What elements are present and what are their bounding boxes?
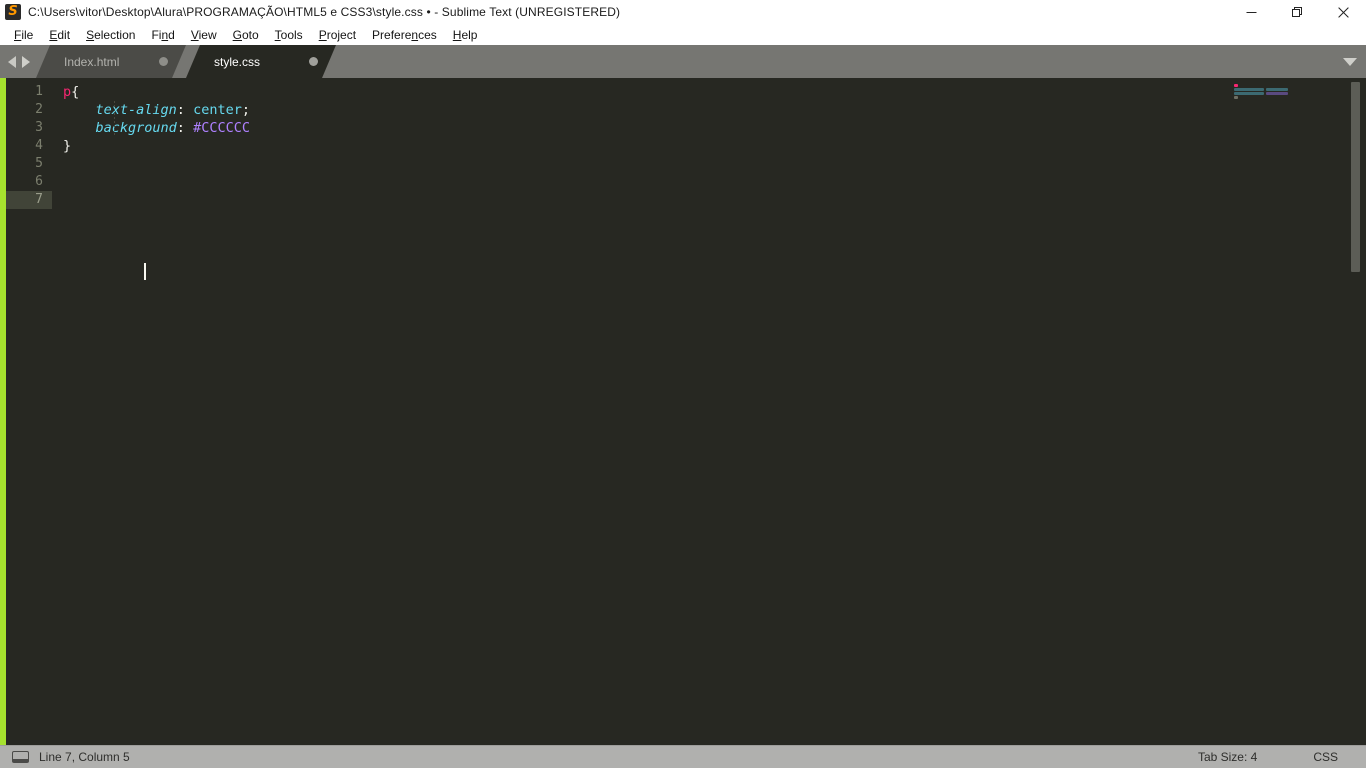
cursor-position-status: Line 7, Column 5	[39, 750, 130, 764]
code-token: background	[95, 120, 177, 136]
code-token: {	[71, 84, 80, 100]
close-button[interactable]	[1320, 0, 1366, 24]
text-cursor	[144, 263, 146, 280]
indent-guide	[114, 101, 115, 137]
line-number: 1	[35, 84, 43, 99]
code-token: p	[63, 84, 72, 100]
code-token: text-align	[95, 102, 177, 118]
line-number-gutter: 1 2 3 4 5 6 7	[6, 78, 52, 745]
minimap-block	[1266, 87, 1288, 91]
tab-next-arrow-icon[interactable]	[22, 55, 30, 68]
menu-view[interactable]: View	[183, 26, 225, 44]
code-line: background: #CCCCCC	[52, 119, 1366, 137]
minimap[interactable]	[1230, 83, 1350, 123]
maximize-restore-button[interactable]	[1274, 0, 1320, 24]
code-line: }	[52, 137, 1366, 155]
code-token: center	[193, 102, 242, 118]
code-token: ;	[241, 102, 250, 118]
line-number: 3	[35, 120, 43, 135]
tab-dirty-indicator-icon[interactable]	[309, 57, 318, 66]
restore-icon	[1291, 6, 1302, 17]
line-number: 7	[6, 191, 52, 209]
code-token: :	[176, 102, 194, 118]
console-panel-icon[interactable]	[12, 751, 29, 763]
code-content[interactable]: p{ text-align: center; background: #CCCC…	[52, 78, 1366, 745]
menu-project[interactable]: Project	[311, 26, 364, 44]
tab-index-html[interactable]: Index.html	[36, 45, 186, 78]
code-lines: p{ text-align: center; background: #CCCC…	[52, 83, 1366, 209]
menu-file[interactable]: File	[6, 26, 41, 44]
minimap-block	[1234, 87, 1264, 91]
sublime-text-window: S C:\Users\vitor\Desktop\Alura\PROGRAMAÇ…	[0, 0, 1366, 768]
menu-tools[interactable]: Tools	[267, 26, 311, 44]
line-number: 5	[35, 156, 43, 171]
status-left: Line 7, Column 5	[0, 750, 130, 764]
window-controls	[1228, 0, 1366, 24]
tab-label: style.css	[214, 54, 261, 69]
status-bar: Line 7, Column 5 Tab Size: 4 CSS	[0, 745, 1366, 768]
vertical-scrollbar-track[interactable]	[1351, 78, 1363, 745]
menu-help[interactable]: Help	[445, 26, 486, 44]
chevron-down-icon	[1343, 57, 1357, 66]
line-number: 6	[35, 174, 43, 189]
editor-area[interactable]: 1 2 3 4 5 6 7 p{ text-align: center; backgroun…	[0, 78, 1366, 745]
close-icon	[1337, 6, 1349, 18]
menu-bar: File Edit Selection Find View Goto Tools…	[0, 24, 1366, 45]
menu-edit[interactable]: Edit	[41, 26, 78, 44]
tab-label: Index.html	[64, 54, 120, 69]
title-bar: S C:\Users\vitor\Desktop\Alura\PROGRAMAÇ…	[0, 0, 1366, 24]
code-token: #CCCCCC	[193, 120, 250, 136]
minimize-button[interactable]	[1228, 0, 1274, 24]
code-line: p{	[52, 83, 1366, 101]
minimize-icon	[1246, 11, 1256, 13]
logo-glyph: S	[8, 4, 18, 19]
menu-preferences[interactable]: Preferences	[364, 26, 445, 44]
menu-selection[interactable]: Selection	[78, 26, 143, 44]
vertical-scrollbar-thumb[interactable]	[1351, 82, 1360, 272]
tab-dirty-indicator-icon[interactable]	[159, 57, 168, 66]
tab-style-css[interactable]: style.css	[186, 45, 336, 78]
tab-list: Index.html style.css	[36, 45, 336, 78]
status-right: Tab Size: 4 CSS	[1170, 746, 1366, 768]
syntax-status[interactable]: CSS	[1285, 750, 1366, 764]
minimap-block	[1266, 91, 1288, 95]
tab-size-status[interactable]: Tab Size: 4	[1170, 750, 1285, 764]
tab-navigation	[0, 45, 36, 78]
line-number: 4	[35, 138, 43, 153]
minimap-block	[1234, 83, 1238, 87]
code-line: text-align: center;	[52, 101, 1366, 119]
code-token: }	[63, 138, 72, 154]
tab-overflow-button[interactable]	[1334, 45, 1366, 78]
minimap-block	[1234, 91, 1264, 95]
minimap-row	[1230, 95, 1350, 99]
tab-prev-arrow-icon[interactable]	[8, 55, 16, 68]
sublime-text-logo-icon: S	[5, 4, 21, 20]
minimap-block	[1234, 95, 1238, 99]
window-title: C:\Users\vitor\Desktop\Alura\PROGRAMAÇÃO…	[28, 5, 621, 19]
code-token: :	[176, 120, 194, 136]
menu-goto[interactable]: Goto	[225, 26, 267, 44]
menu-find[interactable]: Find	[143, 26, 182, 44]
line-number: 2	[35, 102, 43, 117]
tab-bar: Index.html style.css	[0, 45, 1366, 78]
